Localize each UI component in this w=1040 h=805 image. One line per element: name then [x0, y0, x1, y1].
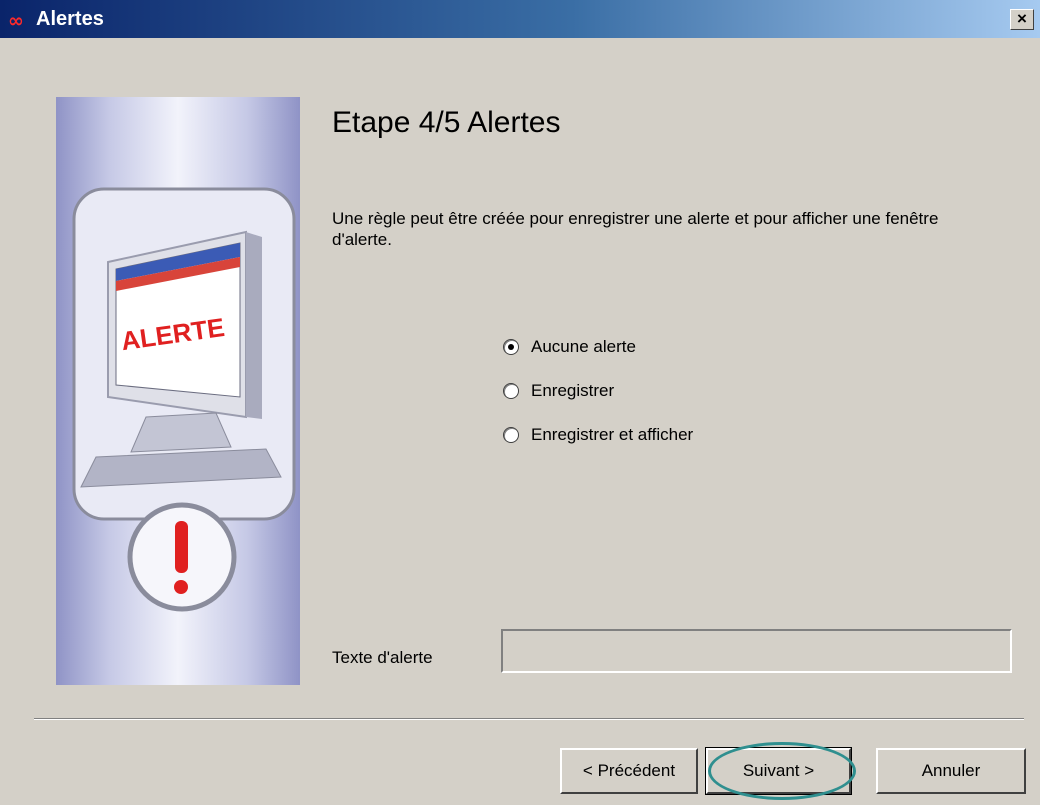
radio-label: Enregistrer — [531, 381, 615, 400]
title-bar: ∞ Alertes × — [0, 0, 1040, 38]
app-logo-icon: ∞ — [8, 10, 24, 32]
cancel-button[interactable]: Annuler — [876, 748, 1026, 794]
radio-label: Enregistrer et afficher — [531, 425, 694, 444]
alert-text-input[interactable] — [503, 631, 1010, 671]
radio-option-record-and-display[interactable]: Enregistrer et afficher — [503, 422, 693, 448]
footer-divider — [34, 718, 1024, 720]
alert-text-field[interactable] — [501, 629, 1012, 673]
radio-button[interactable] — [503, 427, 519, 443]
exclamation-icon — [127, 502, 237, 612]
step-title: Etape 4/5 Alertes — [332, 106, 561, 139]
next-button[interactable]: Suivant > — [705, 747, 852, 795]
radio-label: Aucune alerte — [531, 337, 636, 356]
radio-button[interactable] — [503, 383, 519, 399]
radio-button-checked[interactable] — [503, 339, 519, 355]
radio-option-none[interactable]: Aucune alerte — [503, 334, 636, 360]
step-description: Une règle peut être créée pour enregistr… — [332, 209, 939, 249]
previous-button[interactable]: < Précédent — [560, 748, 698, 794]
alert-monitor-illustration: ALERTE — [72, 187, 296, 612]
alert-text-label: Texte d'alerte — [332, 648, 433, 667]
window-title: Alertes — [36, 8, 104, 30]
radio-option-record[interactable]: Enregistrer — [503, 378, 614, 404]
wizard-illustration: ALERTE — [56, 97, 300, 685]
close-button[interactable]: × — [1010, 9, 1034, 30]
